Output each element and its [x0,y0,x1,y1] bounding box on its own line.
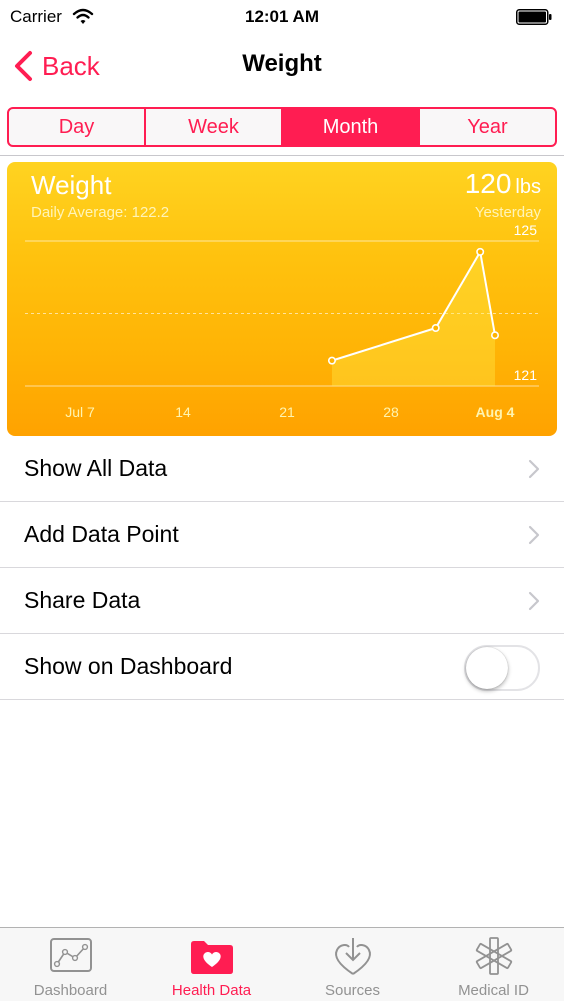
x-tick-label: 28 [383,404,399,420]
segment-year[interactable]: Year [420,109,555,145]
page-title: Weight [242,50,322,77]
data-point [476,247,485,256]
navigation-bar: Back Weight [0,34,564,98]
add-data-point-row[interactable]: Add Data Point [0,502,564,568]
share-data-row[interactable]: Share Data [0,568,564,634]
weight-chart-card[interactable]: Weight Daily Average: 122.2 120 lbs Yeste… [7,162,557,436]
tab-bar: Dashboard Health Data Sources Medical ID [0,927,564,1001]
health-data-folder-heart-icon [190,941,233,974]
show-on-dashboard-row: Show on Dashboard [0,634,564,700]
x-tick-label: 14 [175,404,191,420]
tab-label: Medical ID [458,982,529,999]
data-point [431,324,440,333]
dashboard-chart-icon [49,938,92,972]
segment-month[interactable]: Month [283,109,420,145]
row-label: Share Data [24,587,141,613]
status-bar: Carrier 12:01 AM [0,0,564,34]
medical-id-star-of-life-icon [475,937,512,975]
tab-medical-id[interactable]: Medical ID [423,928,564,1001]
row-label: Show All Data [24,455,168,481]
tab-health-data[interactable]: Health Data [141,928,282,1001]
tab-label: Sources [324,982,381,999]
show-on-dashboard-toggle[interactable] [464,645,540,691]
x-tick-label: 21 [279,404,295,420]
chevron-right-icon [528,591,540,610]
chevron-right-icon [528,459,540,478]
y-tick-label: 121 [514,367,538,383]
tab-sources[interactable]: Sources [282,928,423,1001]
x-tick-label: Aug 4 [476,404,515,420]
sources-download-heart-icon [334,938,371,975]
segment-week[interactable]: Week [146,109,283,145]
divider [0,155,564,156]
series-area [331,251,495,386]
show-all-data-row[interactable]: Show All Data [0,436,564,502]
row-label: Show on Dashboard [24,653,233,679]
row-label: Add Data Point [24,521,179,547]
data-point [490,331,499,340]
toggle-knob [466,647,508,689]
y-tick-label: 125 [514,222,538,238]
chevron-right-icon [528,525,540,544]
tab-label: Dashboard [33,982,108,999]
weight-line-chart: 125 121 Jul 7 14 21 28 Aug 4 [25,222,539,420]
tab-dashboard[interactable]: Dashboard [0,928,141,1001]
segment-day[interactable]: Day [9,109,146,145]
x-tick-label: Jul 7 [65,404,95,420]
battery-icon [516,9,552,25]
tab-label: Health Data [171,982,252,999]
time-range-segmented-control: Day Week Month Year [7,107,557,147]
status-time: 12:01 AM [244,7,319,26]
data-point [327,356,336,365]
options-list: Show All Data Add Data Point Share Data … [0,436,564,700]
